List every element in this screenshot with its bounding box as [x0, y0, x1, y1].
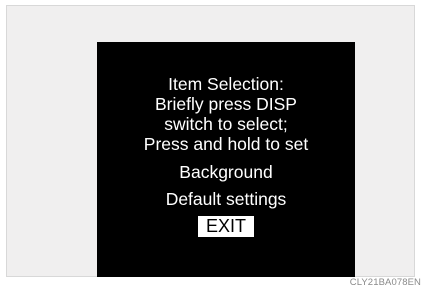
instruction-line-1: Item Selection: — [168, 74, 284, 94]
figure-frame: Item Selection: Briefly press DISP switc… — [6, 5, 415, 277]
instruction-line-3: switch to select; — [164, 114, 288, 134]
menu-item-default-settings[interactable]: Default settings — [97, 189, 355, 209]
menu-item-exit[interactable]: EXIT — [197, 216, 254, 237]
instruction-line-4: Press and hold to set — [143, 134, 309, 154]
settings-menu: Item Selection: Briefly press DISP switc… — [97, 74, 355, 237]
menu-item-background[interactable]: Background — [97, 162, 355, 182]
multi-information-display: Item Selection: Briefly press DISP switc… — [97, 42, 355, 277]
figure-code: CLY21BA078EN — [349, 277, 421, 288]
instruction-line-2: Briefly press DISP — [155, 94, 297, 114]
